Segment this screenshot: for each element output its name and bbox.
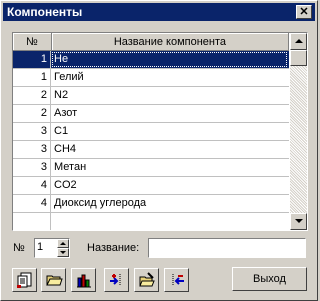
cell-num: 4 bbox=[13, 177, 51, 194]
add-component-button[interactable] bbox=[104, 268, 129, 292]
spin-up-button[interactable] bbox=[57, 239, 69, 248]
cell-name: Гелий bbox=[54, 71, 84, 83]
cell-name: N2 bbox=[54, 89, 69, 101]
cell-num: 4 bbox=[13, 195, 51, 212]
cell-num: 2 bbox=[13, 105, 51, 122]
cell-num: 3 bbox=[13, 141, 51, 158]
name-input[interactable] bbox=[148, 238, 306, 258]
table-row[interactable]: 2 N2 bbox=[13, 87, 289, 105]
components-window: Компоненты ✕ № Название компонента 1 He 1 Г… bbox=[0, 0, 318, 301]
name-label: Название: bbox=[87, 242, 140, 254]
exit-button[interactable]: Выход bbox=[232, 267, 307, 291]
remove-component-button[interactable] bbox=[164, 268, 189, 292]
close-icon: ✕ bbox=[299, 6, 309, 18]
scroll-down-button[interactable] bbox=[290, 213, 307, 230]
num-value[interactable]: 1 bbox=[37, 241, 43, 253]
vertical-scrollbar[interactable] bbox=[290, 33, 307, 230]
add-arrow-icon bbox=[109, 274, 120, 286]
table-row[interactable]: 4 Диоксид углерода bbox=[13, 195, 289, 213]
arrow-down-icon bbox=[60, 251, 66, 254]
table-rows: 1 He 1 Гелий 2 N2 2 Азот 3 C1 3 CH4 3 Метан 4 CO2 4 Диокс… bbox=[13, 51, 289, 230]
scroll-up-button[interactable] bbox=[290, 33, 307, 50]
scroll-thumb[interactable] bbox=[290, 50, 307, 66]
table-row[interactable]: 1 He bbox=[13, 51, 289, 69]
table-row[interactable]: 2 Азот bbox=[13, 105, 289, 123]
bar-chart-icon bbox=[76, 274, 91, 288]
table-row[interactable]: 4 CO2 bbox=[13, 177, 289, 195]
spin-down-button[interactable] bbox=[57, 248, 69, 257]
num-label: № bbox=[13, 242, 25, 254]
table-row[interactable]: 3 Метан bbox=[13, 159, 289, 177]
header-name[interactable]: Название компонента bbox=[51, 33, 289, 51]
table-header: № Название компонента bbox=[13, 33, 289, 51]
remove-arrow-icon bbox=[172, 274, 184, 286]
edit-folder-icon bbox=[138, 272, 155, 287]
window-title: Компоненты bbox=[7, 5, 83, 19]
cell-name: He bbox=[51, 51, 288, 68]
title-bar[interactable]: Компоненты ✕ bbox=[3, 3, 315, 21]
new-record-button[interactable] bbox=[12, 268, 37, 292]
close-button[interactable]: ✕ bbox=[296, 5, 312, 19]
cell-name: Азот bbox=[54, 107, 78, 119]
open-button[interactable] bbox=[41, 268, 66, 292]
document-icon bbox=[16, 272, 31, 288]
folder-icon bbox=[45, 275, 63, 286]
cell-name: CO2 bbox=[54, 179, 77, 191]
cell-name: Диоксид углерода bbox=[54, 197, 147, 209]
table-row[interactable] bbox=[13, 213, 289, 230]
arrow-up-icon bbox=[60, 242, 66, 245]
table-row[interactable]: 3 CH4 bbox=[13, 141, 289, 159]
cell-name: CH4 bbox=[54, 143, 77, 155]
cell-num: 3 bbox=[13, 159, 51, 176]
num-spinner[interactable]: 1 bbox=[34, 238, 70, 258]
edit-button[interactable] bbox=[134, 268, 159, 292]
cell-num: 2 bbox=[13, 87, 51, 104]
table-row[interactable]: 1 Гелий bbox=[13, 69, 289, 87]
chart-button[interactable] bbox=[71, 268, 96, 292]
table-row[interactable]: 3 C1 bbox=[13, 123, 289, 141]
cell-name: C1 bbox=[54, 125, 69, 137]
components-table: № Название компонента 1 He 1 Гелий 2 N2 2 Азот 3… bbox=[12, 32, 308, 231]
cell-num: 1 bbox=[13, 51, 51, 68]
arrow-down-icon bbox=[294, 219, 303, 223]
cell-num: 1 bbox=[13, 69, 51, 86]
cell-num bbox=[13, 213, 51, 230]
cell-name: Метан bbox=[54, 161, 87, 173]
scroll-track[interactable] bbox=[290, 66, 307, 213]
arrow-up-icon bbox=[294, 39, 303, 43]
cell-num: 3 bbox=[13, 123, 51, 140]
header-num[interactable]: № bbox=[13, 33, 52, 51]
cell-name bbox=[51, 213, 288, 230]
